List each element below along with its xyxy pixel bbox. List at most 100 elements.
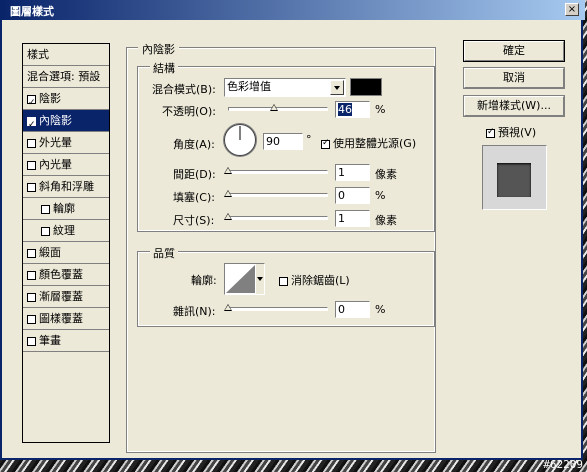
style-item-checkbox[interactable] — [27, 182, 36, 192]
style-item-label: 顏色覆蓋 — [39, 268, 83, 281]
style-item-label: 圖樣覆蓋 — [39, 312, 83, 325]
opacity-value: 46 — [338, 103, 352, 116]
shadow-color-swatch[interactable] — [350, 78, 382, 96]
style-list-item[interactable]: 漸層覆蓋 — [23, 286, 109, 308]
style-item-label: 內光暈 — [39, 158, 72, 171]
noise-slider-track[interactable] — [228, 307, 328, 311]
window-title: 圖層樣式 — [10, 5, 54, 18]
style-list-item[interactable]: 緞面 — [23, 242, 109, 264]
close-button[interactable]: × — [565, 3, 579, 16]
global-light-checkbox-wrap[interactable]: 使用整體光源(G) — [321, 135, 416, 151]
anti-alias-checkbox[interactable] — [279, 276, 288, 286]
blend-mode-value: 色彩增值 — [227, 80, 271, 93]
opacity-slider-track[interactable] — [228, 107, 328, 111]
style-item-checkbox[interactable] — [27, 160, 36, 170]
style-item-checkbox[interactable] — [27, 115, 36, 136]
contour-preview-icon — [226, 265, 255, 293]
choke-slider-track[interactable] — [228, 193, 328, 197]
style-item-label: 外光暈 — [39, 136, 72, 149]
style-item-label: 陰影 — [39, 92, 61, 105]
style-item-label: 筆畫 — [39, 334, 61, 347]
style-list-item[interactable]: 斜角和浮雕 — [23, 176, 109, 198]
style-item-checkbox[interactable] — [27, 248, 36, 258]
layer-style-dialog: 圖層樣式 × 樣式 混合選項: 預設 陰影內陰影外光暈內光暈斜角和浮雕輪廓紋理緞… — [0, 0, 585, 460]
style-item-checkbox[interactable] — [27, 138, 36, 148]
watermark: #62209 — [543, 458, 583, 471]
size-label: 尺寸(S): — [173, 214, 215, 227]
contour-chevron-down-icon[interactable] — [256, 264, 264, 294]
choke-field[interactable]: 0 — [335, 187, 370, 204]
anti-alias-label: 消除鋸齒(L) — [291, 274, 350, 287]
global-light-label: 使用整體光源(G) — [333, 137, 417, 150]
preview-swatch — [482, 145, 547, 210]
cancel-button[interactable]: 取消 — [463, 67, 565, 89]
distance-label: 間距(D): — [173, 168, 216, 181]
style-item-checkbox[interactable] — [27, 270, 36, 280]
style-list-item[interactable]: 內光暈 — [23, 154, 109, 176]
inner-shadow-group-title: 內陰影 — [138, 41, 179, 57]
size-slider-thumb[interactable] — [224, 213, 232, 220]
preview-checkbox[interactable] — [486, 127, 495, 138]
choke-unit: % — [375, 189, 386, 202]
angle-unit: ° — [306, 133, 312, 146]
size-slider-track[interactable] — [228, 216, 328, 220]
blend-mode-label: 混合模式(B): — [152, 83, 216, 96]
style-item-checkbox[interactable] — [27, 292, 36, 302]
style-list-item[interactable]: 圖樣覆蓋 — [23, 308, 109, 330]
angle-label: 角度(A): — [173, 138, 215, 151]
distance-slider-thumb[interactable] — [224, 167, 232, 174]
style-item-checkbox[interactable] — [27, 93, 36, 114]
anti-alias-wrap[interactable]: 消除鋸齒(L) — [279, 272, 350, 288]
title-bar[interactable]: 圖層樣式 × — [2, 0, 585, 20]
quality-group-title: 品質 — [150, 245, 178, 261]
style-item-checkbox[interactable] — [41, 204, 50, 214]
preview-thumbnail — [497, 163, 531, 197]
blend-mode-select[interactable]: 色彩增值 — [224, 78, 346, 97]
style-item-label: 緞面 — [39, 246, 61, 259]
style-list-header[interactable]: 樣式 — [23, 44, 109, 66]
style-list-item[interactable]: 顏色覆蓋 — [23, 264, 109, 286]
style-list-item[interactable]: 陰影 — [23, 88, 109, 114]
style-list-item[interactable]: 內陰影 — [23, 110, 109, 136]
style-item-label: 斜角和浮雕 — [39, 180, 94, 193]
style-item-label: 紋理 — [53, 224, 75, 237]
style-list-item[interactable]: 外光暈 — [23, 132, 109, 154]
distance-unit: 像素 — [375, 168, 397, 181]
style-item-checkbox[interactable] — [27, 336, 36, 346]
size-field[interactable]: 1 — [335, 210, 370, 227]
style-list-item[interactable]: 筆畫 — [23, 330, 109, 352]
style-item-label: 輪廓 — [53, 202, 75, 215]
contour-label: 輪廓: — [191, 274, 217, 287]
opacity-slider-thumb[interactable] — [270, 104, 278, 111]
angle-dial[interactable] — [222, 122, 258, 158]
style-item-checkbox[interactable] — [27, 314, 36, 324]
blend-options-item[interactable]: 混合選項: 預設 — [23, 66, 109, 88]
distance-field[interactable]: 1 — [335, 164, 370, 181]
style-item-checkbox[interactable] — [41, 226, 50, 236]
distance-slider-track[interactable] — [228, 170, 328, 174]
style-item-label: 內陰影 — [39, 114, 72, 127]
ok-button[interactable]: 確定 — [463, 40, 565, 62]
preview-checkbox-wrap[interactable]: 預視(V) — [486, 124, 536, 140]
opacity-field[interactable]: 46 — [335, 101, 370, 118]
style-item-label: 漸層覆蓋 — [39, 290, 83, 303]
opacity-unit: % — [375, 103, 386, 116]
opacity-label: 不透明(O): — [162, 105, 216, 118]
contour-picker[interactable] — [224, 263, 265, 295]
choke-label: 填塞(C): — [173, 191, 215, 204]
noise-unit: % — [375, 303, 386, 316]
preview-label: 預視(V) — [498, 126, 537, 139]
style-list-item[interactable]: 紋理 — [23, 220, 109, 242]
noise-field[interactable]: 0 — [335, 301, 370, 318]
structure-group-title: 結構 — [150, 60, 178, 76]
angle-field[interactable]: 90 — [263, 133, 303, 150]
choke-slider-thumb[interactable] — [224, 190, 232, 197]
style-list: 樣式 混合選項: 預設 陰影內陰影外光暈內光暈斜角和浮雕輪廓紋理緞面顏色覆蓋漸層… — [22, 43, 110, 443]
new-style-button[interactable]: 新增樣式(W)... — [463, 95, 565, 117]
chevron-down-icon[interactable] — [330, 80, 344, 95]
global-light-checkbox[interactable] — [321, 138, 330, 149]
size-unit: 像素 — [375, 214, 397, 227]
style-list-item[interactable]: 輪廓 — [23, 198, 109, 220]
noise-slider-thumb[interactable] — [224, 304, 232, 311]
noise-label: 雜訊(N): — [173, 305, 216, 318]
